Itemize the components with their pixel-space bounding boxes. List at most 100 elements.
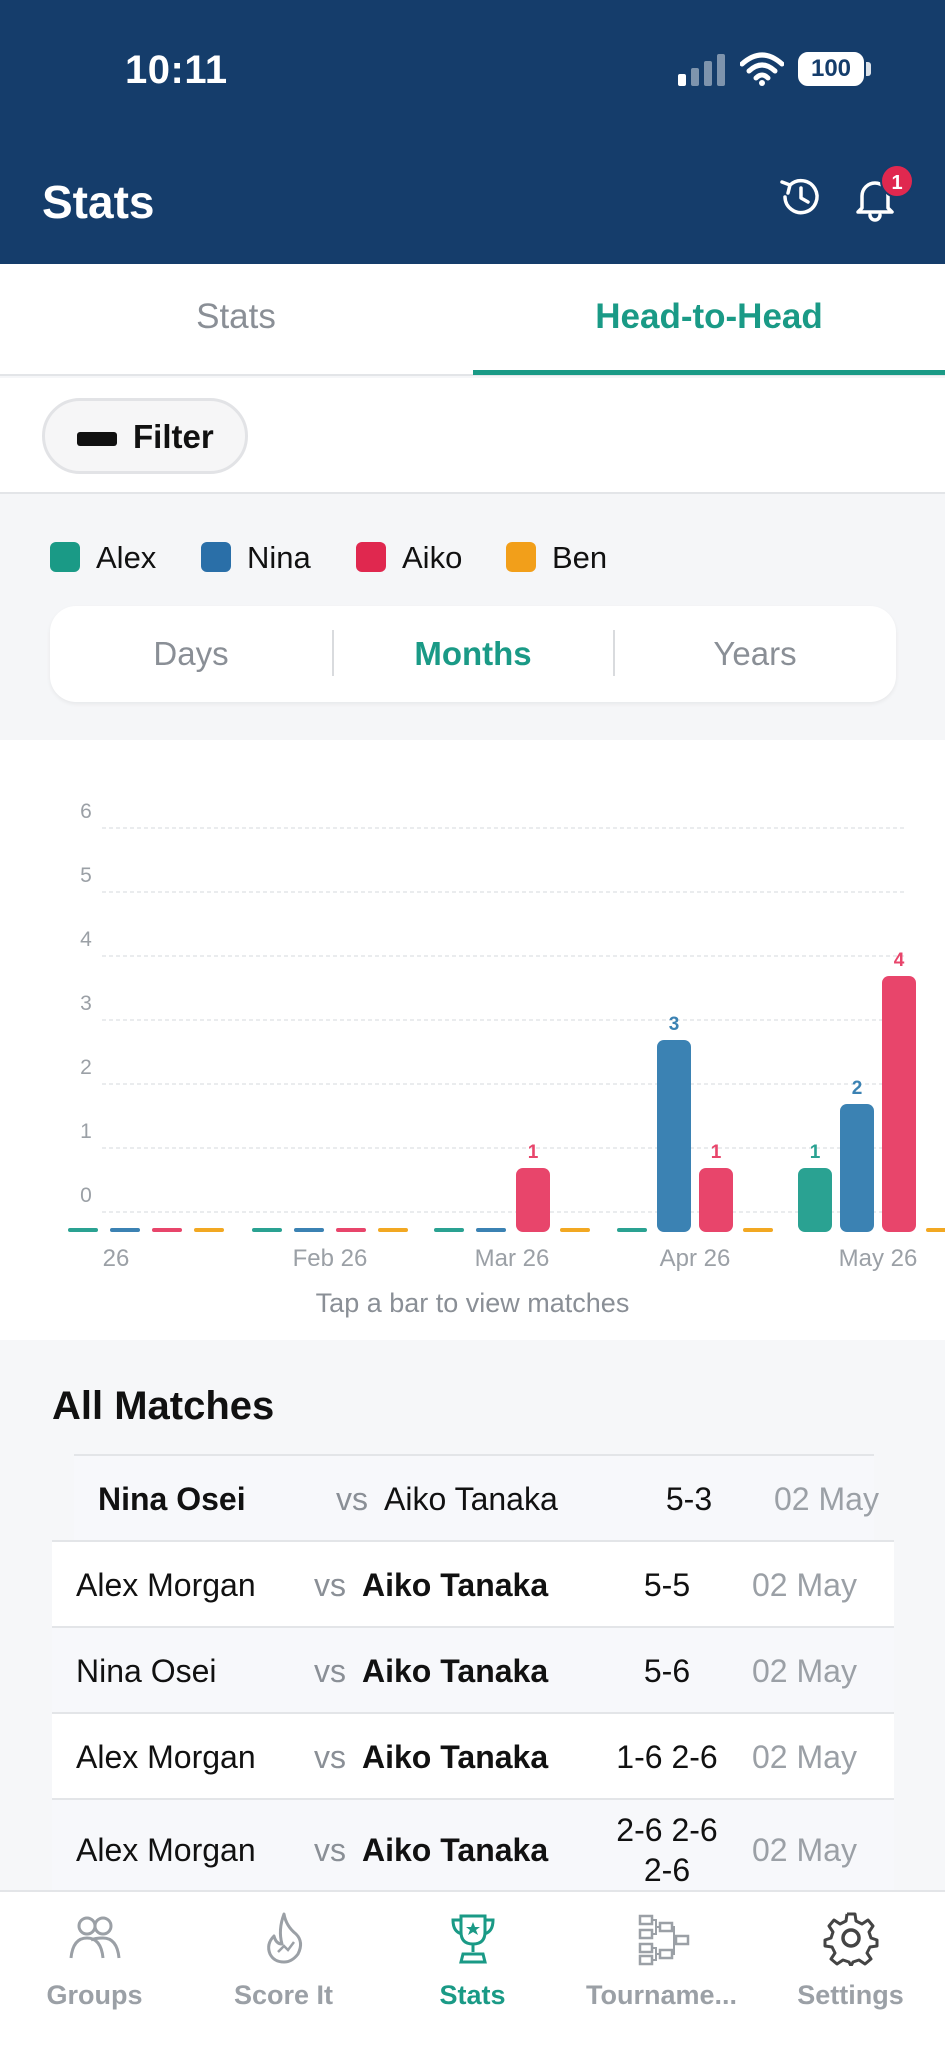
wifi-icon: [740, 52, 784, 86]
vs-label: vs: [314, 1653, 346, 1689]
notification-badge: 1: [880, 164, 914, 198]
data-label: 2: [852, 1078, 863, 1099]
match-score: 1-6 2-6: [616, 1739, 718, 1775]
data-label: 1: [810, 1142, 821, 1163]
match-date: 02 May: [752, 1653, 857, 1689]
legend-swatch: [356, 542, 386, 572]
bracket-icon: [638, 1914, 690, 1966]
player-one: Nina Osei: [98, 1481, 246, 1517]
legend-label: Aiko: [402, 540, 463, 575]
vs-label: vs: [314, 1832, 346, 1868]
nav-label: Stats: [439, 1980, 506, 2010]
nav-score-it[interactable]: Score It: [189, 1892, 378, 2048]
match-date: 02 May: [774, 1481, 879, 1517]
legend-swatch: [201, 542, 231, 572]
nav-tournaments[interactable]: Tourname...: [567, 1892, 756, 2048]
player-one: Alex Morgan: [76, 1832, 256, 1868]
x-tick-label: Feb 26: [293, 1245, 368, 1272]
match-score: 5-5: [643, 1567, 691, 1603]
status-time: 10:11: [125, 48, 228, 92]
nav-groups[interactable]: Groups: [0, 1892, 189, 2048]
match-date: 02 May: [752, 1567, 857, 1603]
data-label: 1: [711, 1142, 722, 1163]
match-score: 2-6 2-6 2-6: [616, 1812, 718, 1886]
chart-bar[interactable]: [699, 1168, 733, 1232]
filter-label: Filter: [133, 418, 214, 455]
filter-bar: Filter: [0, 378, 945, 494]
granularity-selector: Days Months Years: [50, 606, 896, 702]
battery-tip: [866, 62, 871, 76]
legend-label: Alex: [96, 540, 157, 575]
tab-stats[interactable]: Stats: [0, 264, 472, 376]
player-one: Alex Morgan: [76, 1739, 256, 1775]
legend-label: Nina: [247, 540, 311, 575]
chart-bar[interactable]: [840, 1104, 874, 1232]
groups-icon: [69, 1916, 121, 1959]
y-tick-label: 5: [80, 864, 92, 887]
match-row[interactable]: Alex Morgan vs Aiko Tanaka 5-5 02 May: [52, 1540, 894, 1626]
x-tick-label: 26: [103, 1245, 130, 1272]
chart-bar-zero: [560, 1228, 590, 1232]
match-score: 5-3: [665, 1481, 713, 1517]
nav-label: Groups: [46, 1980, 143, 2010]
player-two: Aiko Tanaka: [384, 1481, 558, 1517]
chart-bar-zero: [68, 1228, 98, 1232]
chart-bar-zero: [110, 1228, 140, 1232]
filter-button[interactable]: Filter: [42, 398, 248, 474]
y-tick-label: 0: [80, 1184, 92, 1207]
chart-bar-zero: [743, 1228, 773, 1232]
segment-years[interactable]: Years: [614, 606, 896, 702]
legend-label: Ben: [552, 540, 608, 575]
match-row[interactable]: Nina Osei vs Aiko Tanaka 5-3 02 May: [74, 1454, 879, 1540]
chart-bar[interactable]: [657, 1040, 691, 1232]
legend-swatch: [50, 542, 80, 572]
nav-label: Tourname...: [585, 1980, 738, 2010]
chart-bar-zero: [476, 1228, 506, 1232]
x-tick-label: Apr 26: [660, 1245, 731, 1272]
player-two: Aiko Tanaka: [362, 1739, 549, 1775]
nav-settings[interactable]: Settings: [756, 1892, 945, 2048]
active-tab-indicator: [473, 370, 945, 375]
player-one: Alex Morgan: [76, 1567, 256, 1603]
nav-label: Settings: [797, 1980, 904, 2010]
nav-label: Score It: [233, 1980, 334, 2010]
x-tick-label: May 26: [839, 1245, 918, 1272]
y-tick-label: 2: [80, 1056, 92, 1079]
segment-months[interactable]: Months: [332, 606, 614, 702]
app-header: 10:11 100 Stats 1: [0, 0, 945, 264]
chart-bar[interactable]: [882, 976, 916, 1232]
y-tick-label: 1: [80, 1120, 92, 1143]
chart-bar[interactable]: [516, 1168, 550, 1232]
chart-bar-zero: [378, 1228, 408, 1232]
data-label: 3: [669, 1014, 680, 1035]
match-row[interactable]: Nina Osei vs Aiko Tanaka 5-6 02 May: [52, 1626, 894, 1712]
flame-icon: [267, 1912, 303, 1964]
match-row[interactable]: Alex Morgan vs Aiko Tanaka 2-6 2-6 2-6 0…: [52, 1798, 894, 1890]
filter-icon: [77, 432, 117, 446]
player-two: Aiko Tanaka: [362, 1832, 549, 1868]
chart-bar[interactable]: [798, 1168, 832, 1232]
y-tick-label: 3: [80, 992, 92, 1015]
nav-stats[interactable]: Stats: [378, 1892, 567, 2048]
chart-bar-zero: [252, 1228, 282, 1232]
player-two: Aiko Tanaka: [362, 1653, 549, 1689]
chart-bar-zero: [294, 1228, 324, 1232]
vs-label: vs: [314, 1739, 346, 1775]
history-icon[interactable]: [776, 172, 826, 222]
player-two: Aiko Tanaka: [362, 1567, 549, 1603]
match-row[interactable]: Alex Morgan vs Aiko Tanaka 1-6 2-6 02 Ma…: [52, 1712, 894, 1798]
data-label: 1: [528, 1142, 539, 1163]
chart-bar-zero: [434, 1228, 464, 1232]
match-date: 02 May: [752, 1739, 857, 1775]
match-score: 5-6: [643, 1653, 691, 1689]
x-tick-label: Mar 26: [475, 1245, 550, 1272]
bar-chart-panel: 0 1 2 3 4 5 6 26 Feb 26 1 Mar 26 3 1 Apr 26 1 2 4 May 26: [0, 740, 945, 1340]
page-title: Stats: [42, 176, 155, 228]
legend-swatch: [506, 542, 536, 572]
y-tick-label: 4: [80, 928, 92, 951]
chart-hint: Tap a bar to view matches: [315, 1288, 630, 1318]
tab-head-to-head[interactable]: Head-to-Head: [473, 264, 945, 376]
chart-bar-zero: [926, 1228, 945, 1232]
segment-days[interactable]: Days: [50, 606, 332, 702]
top-tabs: Stats Head-to-Head: [0, 264, 945, 376]
